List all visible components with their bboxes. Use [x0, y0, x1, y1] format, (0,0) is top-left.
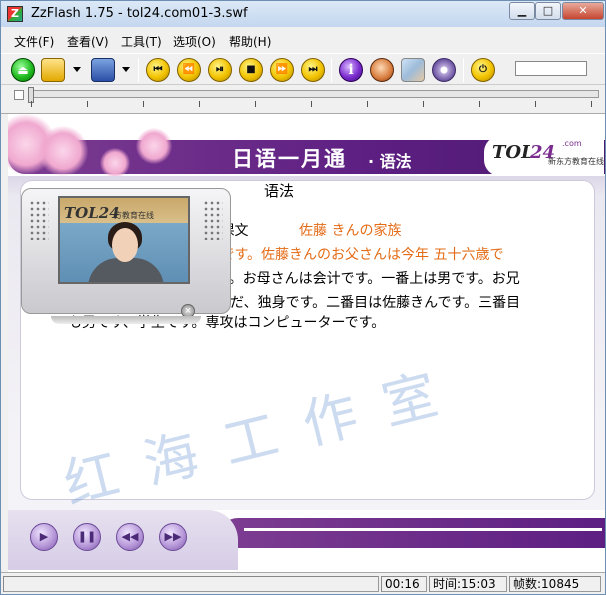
flower-decoration: [38, 126, 88, 176]
lesson-line: 。まだ、独身です。二番目は佐藤きんです。三番目: [202, 295, 521, 311]
toolbar-input[interactable]: [515, 61, 587, 76]
rewind-icon[interactable]: ⏪: [177, 58, 201, 82]
section-title: 语法: [264, 182, 295, 200]
flower-decoration: [136, 128, 172, 164]
forward-button[interactable]: ▶▶: [159, 523, 187, 551]
save-icon[interactable]: [91, 58, 115, 82]
banner-title: 日语一月通: [232, 146, 347, 171]
toolbar-separator: [331, 58, 332, 82]
flash-stage[interactable]: 日语一月通 · 语法 TOL 24 .com 新东方教育在线 语法 课 课文 佐…: [8, 114, 605, 572]
skip-start-icon[interactable]: ⏮: [146, 58, 170, 82]
face-icon[interactable]: [370, 58, 394, 82]
lesson-line: です。お母さんは会计です。一番上は男です。お兄: [202, 271, 520, 287]
disc-icon[interactable]: [432, 58, 456, 82]
maximize-button[interactable]: □: [535, 2, 561, 20]
pause-button[interactable]: ❚❚: [73, 523, 101, 551]
video-tv: TOL24 方教育在线 ×: [21, 180, 231, 324]
seek-track[interactable]: [31, 90, 599, 98]
video-screen[interactable]: TOL24 方教育在线: [58, 196, 190, 284]
menu-bar: 文件(F) 查看(V) 工具(T) 选项(O) 帮助(H): [1, 31, 605, 51]
seek-ticks: [31, 101, 599, 107]
menu-tools[interactable]: 工具(T): [121, 33, 162, 50]
presenter-face: [112, 228, 138, 262]
info-icon[interactable]: i: [339, 58, 363, 82]
status-bar: 00:16 时间:15:03 帧数:10845: [1, 572, 605, 594]
eject-icon[interactable]: ⏏: [11, 58, 35, 82]
banner-subtitle: · 语法: [368, 152, 412, 171]
exit-icon[interactable]: ⏻: [471, 58, 495, 82]
tol24-logo: TOL 24 .com 新东方教育在线: [484, 136, 604, 176]
skip-end-icon[interactable]: ⏭: [301, 58, 325, 82]
image-icon[interactable]: [401, 58, 425, 82]
window-title: ZzFlash 1.75 - tol24.com01-3.swf: [31, 6, 248, 21]
logo-chinese: 新东方教育在线: [548, 157, 604, 166]
menu-help[interactable]: 帮助(H): [229, 33, 271, 50]
control-band: [218, 518, 605, 548]
play-pause-icon[interactable]: ⏯: [208, 58, 232, 82]
status-time: 时间:15:03: [429, 576, 507, 592]
toolbar-separator: [463, 58, 464, 82]
toolbar-separator: [138, 58, 139, 82]
menu-view[interactable]: 查看(V): [67, 33, 109, 50]
tv-base: [51, 316, 201, 324]
progress-line[interactable]: [244, 528, 602, 531]
speaker-grille: [203, 200, 223, 240]
lesson-banner: 日语一月通 · 语法 TOL 24 .com 新东方教育在线: [8, 114, 605, 182]
title-bar: Z ZzFlash 1.75 - tol24.com01-3.swf ▁ □ ✕: [1, 1, 605, 27]
menu-file[interactable]: 文件(F): [14, 33, 54, 50]
tv-logo: TOL24: [64, 204, 120, 222]
save-dropdown-icon[interactable]: [122, 67, 130, 72]
status-frames: 帧数:10845: [509, 576, 601, 592]
flower-decoration: [100, 148, 130, 178]
status-message: [3, 576, 379, 592]
logo-tol: TOL: [492, 142, 534, 163]
logo-domain: .com: [562, 139, 582, 148]
flash-controls: ▶ ❚❚ ◀◀ ▶▶: [8, 510, 605, 572]
play-button[interactable]: ▶: [30, 523, 58, 551]
app-icon: Z: [7, 6, 23, 22]
minimize-button[interactable]: ▁: [509, 2, 535, 20]
loop-checkbox[interactable]: [14, 90, 24, 100]
speaker-grille: [29, 200, 49, 240]
close-button[interactable]: ✕: [562, 2, 604, 20]
status-elapsed: 00:16: [381, 576, 427, 592]
lesson-line: 族 です。佐藤きんのお父さんは今年 五十六歳で: [202, 247, 504, 263]
tv-logo-chinese: 方教育在线: [114, 211, 154, 220]
lesson-line: 佐藤 きんの家族: [299, 223, 402, 239]
stop-icon[interactable]: ■: [239, 58, 263, 82]
app-window: Z ZzFlash 1.75 - tol24.com01-3.swf ▁ □ ✕…: [0, 0, 606, 595]
fast-forward-icon[interactable]: ⏩: [270, 58, 294, 82]
toolbar: ⏏ ⏮ ⏪ ⏯ ■ ⏩ ⏭ i ⏻: [1, 53, 605, 85]
rewind-button[interactable]: ◀◀: [116, 523, 144, 551]
seek-bar: [1, 87, 605, 111]
menu-options[interactable]: 选项(O): [173, 33, 216, 50]
open-dropdown-icon[interactable]: [73, 67, 81, 72]
open-folder-icon[interactable]: [41, 58, 65, 82]
